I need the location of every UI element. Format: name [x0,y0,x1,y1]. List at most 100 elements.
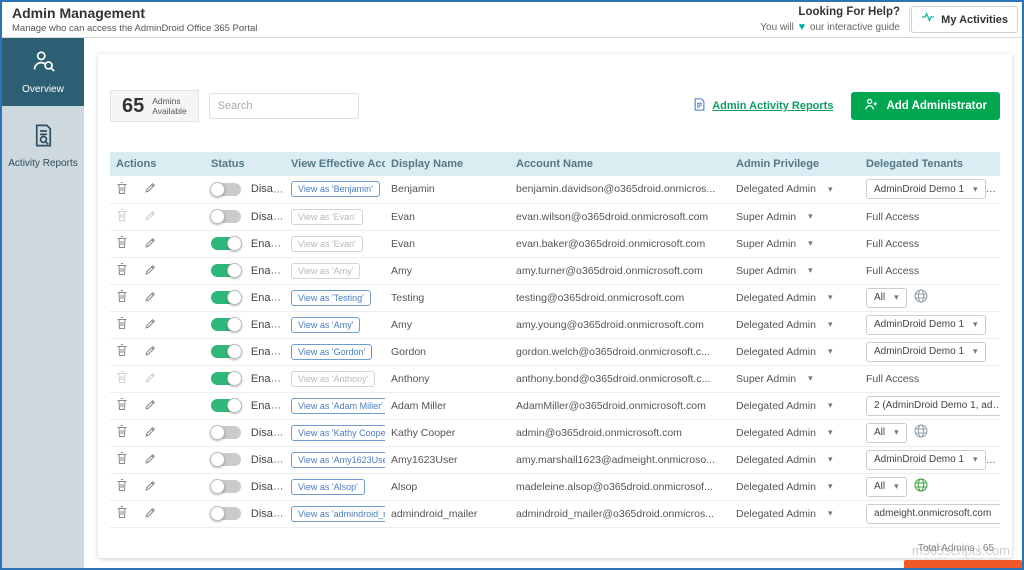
tenant-dropdown[interactable]: All▾ [866,423,907,443]
delete-icon[interactable] [116,478,128,495]
admin-privilege-dropdown[interactable]: Delegated Admin ▾ [736,454,833,466]
status-toggle[interactable] [211,453,241,466]
view-as-button[interactable]: View as 'Anthony' [291,371,375,387]
toggle-knob [227,290,242,305]
tenant-dropdown[interactable]: All▾ [866,477,907,497]
edit-icon[interactable] [144,209,157,225]
admin-privilege-dropdown[interactable]: Super Admin ▾ [736,211,813,223]
delete-icon[interactable] [116,505,128,522]
admin-count-badge: 65 Admins Available [110,90,199,122]
delete-icon[interactable] [116,397,128,414]
view-as-button[interactable]: View as 'Evan' [291,236,363,252]
admin-privilege-dropdown[interactable]: Super Admin ▾ [736,373,813,385]
delete-icon[interactable] [116,235,128,252]
delegated-tenants-cell: AdminDroid Demo 1▾ [860,338,1000,365]
view-as-button[interactable]: View as 'Amy1623User' [291,452,385,468]
edit-icon[interactable] [144,263,157,279]
edit-icon[interactable] [144,181,157,197]
delete-icon[interactable] [116,370,128,387]
delete-icon[interactable] [116,181,128,198]
delete-icon[interactable] [116,316,128,333]
status-toggle[interactable] [211,210,241,223]
admin-privilege-dropdown[interactable]: Delegated Admin ▾ [736,508,833,520]
toggle-knob [227,371,242,386]
my-activities-button[interactable]: My Activities [911,6,1018,33]
admin-privilege-dropdown[interactable]: Super Admin ▾ [736,265,813,277]
edit-icon[interactable] [144,425,157,441]
admin-privilege-dropdown[interactable]: Delegated Admin ▾ [736,481,833,493]
chevron-down-icon: ▾ [808,265,813,276]
privilege-cell: Delegated Admin ▾ [730,392,860,419]
edit-icon[interactable] [144,371,157,387]
admin-privilege-dropdown[interactable]: Delegated Admin ▾ [736,319,833,331]
admin-privilege-dropdown[interactable]: Super Admin ▾ [736,238,813,250]
view-as-button[interactable]: View as 'Amy' [291,317,360,333]
view-as-button[interactable]: View as 'Testing' [291,290,371,306]
delegated-tenants-cell: All▾ [860,473,1000,500]
tenant-dropdown[interactable]: AdminDroid Demo 1▾ [866,342,986,362]
admin-privilege-dropdown[interactable]: Delegated Admin ▾ [736,183,833,195]
admin-activity-reports-link[interactable]: Admin Activity Reports [692,97,833,115]
admin-privilege-dropdown[interactable]: Delegated Admin ▾ [736,346,833,358]
status-toggle[interactable] [211,426,241,439]
actions-cell [110,500,205,527]
admin-privilege-dropdown[interactable]: Delegated Admin ▾ [736,427,833,439]
delete-icon[interactable] [116,208,128,225]
tenant-dropdown[interactable]: 2 (AdminDroid Demo 1, admei▾ [866,396,1000,416]
view-as-button[interactable]: View as 'Alsop' [291,479,365,495]
delete-icon[interactable] [116,262,128,279]
view-as-button[interactable]: View as 'admindroid_mailer' [291,506,385,522]
edit-icon[interactable] [144,317,157,333]
edit-icon[interactable] [144,506,157,522]
add-administrator-button[interactable]: Add Administrator [851,92,1000,120]
display-name: Amy [385,311,510,338]
delete-icon[interactable] [116,424,128,441]
globe-icon[interactable] [913,288,929,307]
status-toggle[interactable] [211,372,241,385]
privilege-cell: Delegated Admin ▾ [730,446,860,473]
globe-icon[interactable] [913,477,929,496]
view-as-button[interactable]: View as 'Adam Miller' [291,398,385,414]
status-toggle[interactable] [211,264,241,277]
actions-cell [110,257,205,284]
tenant-dropdown-label: AdminDroid Demo 1 [874,454,964,465]
tenant-dropdown[interactable]: All▾ [866,288,907,308]
view-as-button[interactable]: View as 'Gordon' [291,344,372,360]
edit-icon[interactable] [144,344,157,360]
status-toggle[interactable] [211,345,241,358]
status-toggle[interactable] [211,507,241,520]
delegated-tenants-cell: AdminDroid Demo 1▾ [860,176,1000,203]
sidebar-item-overview[interactable]: Overview [2,38,84,106]
status-toggle[interactable] [211,318,241,331]
tenant-dropdown[interactable]: AdminDroid Demo 1▾ [866,315,986,335]
edit-icon[interactable] [144,479,157,495]
edit-icon[interactable] [144,398,157,414]
globe-icon[interactable] [913,423,929,442]
status-toggle[interactable] [211,183,241,196]
delete-icon[interactable] [116,451,128,468]
tenant-dropdown[interactable]: admeight.onmicrosoft.com▾ [866,504,1000,524]
status-toggle[interactable] [211,399,241,412]
view-as-button[interactable]: View as 'Kathy Cooper' [291,425,385,441]
sidebar-item-activity-reports[interactable]: Activity Reports [2,106,84,177]
status-toggle[interactable] [211,237,241,250]
tenant-dropdown[interactable]: AdminDroid Demo 1▾ [866,450,986,470]
view-as-button[interactable]: View as 'Evan' [291,209,363,225]
view-as-button[interactable]: View as 'Benjamin' [291,181,380,197]
status-toggle[interactable] [211,480,241,493]
edit-icon[interactable] [144,452,157,468]
delete-icon[interactable] [116,289,128,306]
status-label: Enabled [251,400,285,412]
search-input[interactable] [209,93,359,119]
edit-icon[interactable] [144,236,157,252]
edit-icon[interactable] [144,290,157,306]
admin-privilege-dropdown[interactable]: Delegated Admin ▾ [736,292,833,304]
admin-count-label-bottom: Available [152,106,186,116]
status-label: Disabled [251,211,285,223]
view-as-button[interactable]: View as 'Amy' [291,263,360,279]
delete-icon[interactable] [116,343,128,360]
privilege-cell: Super Admin ▾ [730,203,860,230]
tenant-dropdown[interactable]: AdminDroid Demo 1▾ [866,179,986,199]
admin-privilege-dropdown[interactable]: Delegated Admin ▾ [736,400,833,412]
status-toggle[interactable] [211,291,241,304]
